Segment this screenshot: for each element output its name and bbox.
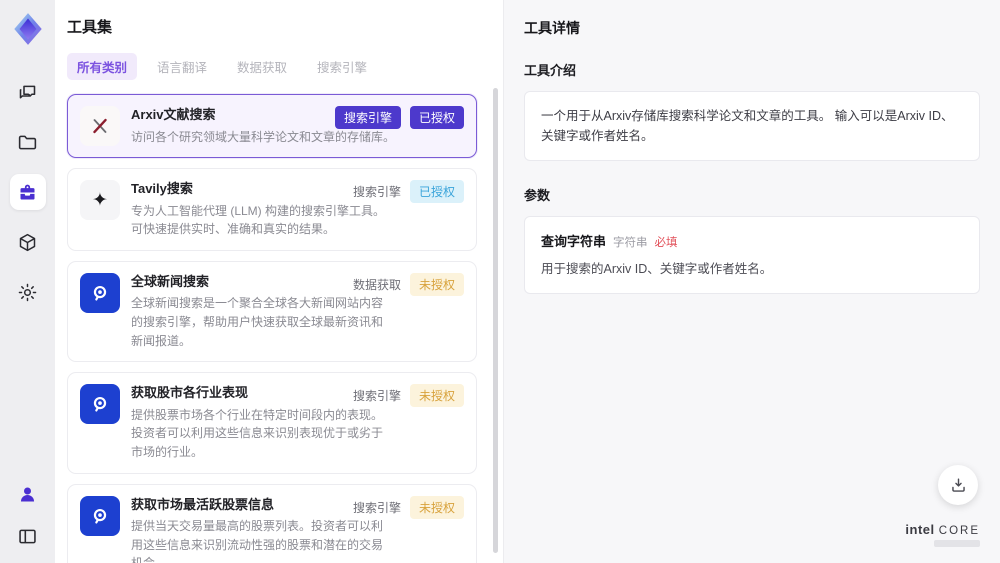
tab-search-engine[interactable]: 搜索引擎 <box>307 53 377 80</box>
user-icon <box>20 487 35 501</box>
category-label: 数据获取 <box>352 277 401 292</box>
param-type: 字符串 <box>613 237 648 249</box>
intro-heading: 工具介绍 <box>524 63 577 78</box>
tool-description: 提供股票市场各个行业在特定时间段内的表现。投资者可以利用这些信息来识别表现优于或… <box>131 407 384 459</box>
category-badge: 搜索引擎 <box>334 106 401 129</box>
sidebar-item-packages[interactable] <box>10 224 46 260</box>
download-button[interactable] <box>938 465 978 505</box>
tool-list-panel: 工具集 所有类别 语言翻译 数据获取 搜索引擎 Arxiv文献搜索 访问各个研究… <box>55 0 503 563</box>
intel-core-label: intel CORE <box>905 522 980 537</box>
params-heading: 参数 <box>524 188 551 203</box>
category-label: 搜索引擎 <box>352 185 401 200</box>
app-logo-icon <box>13 13 42 45</box>
param-required-badge: 必填 <box>654 237 678 249</box>
auth-badge: 未授权 <box>409 384 464 408</box>
tool-card-arxiv[interactable]: Arxiv文献搜索 访问各个研究领域大量科学论文和文章的存储库。 搜索引擎 已授… <box>67 94 477 159</box>
tool-card-tavily[interactable]: ✦ Tavily搜索 专为人工智能代理 (LLM) 构建的搜索引擎工具。可快速提… <box>67 168 477 251</box>
param-description: 用于搜索的Arxiv ID、关键字或作者姓名。 <box>541 262 773 276</box>
tab-all-categories[interactable]: 所有类别 <box>67 53 138 80</box>
intro-text: 一个用于从Arxiv存储库搜索科学论文和文章的工具。 输入可以是Arxiv ID… <box>541 109 954 143</box>
tab-language-translation[interactable]: 语言翻译 <box>147 53 217 80</box>
tool-description: 全球新闻搜索是一个聚合全球各大新闻网站内容的搜索引擎，帮助用户快速获取全球最新资… <box>131 296 384 348</box>
auth-badge: 已授权 <box>409 106 464 129</box>
tool-description: 访问各个研究领域大量科学论文和文章的存储库。 <box>131 129 396 144</box>
download-icon <box>951 477 965 492</box>
card-badges: 搜索引擎 已授权 <box>352 180 464 204</box>
auth-badge: 未授权 <box>409 495 464 519</box>
auth-badge: 已授权 <box>409 180 464 204</box>
chat-icon <box>19 85 36 99</box>
auth-badge: 未授权 <box>409 272 464 296</box>
stock-search-logo-icon <box>80 384 120 425</box>
arxiv-logo-icon <box>80 106 120 146</box>
news-search-logo-icon <box>80 272 120 313</box>
toolbox-icon <box>20 184 35 199</box>
sidebar-item-collapse[interactable] <box>13 521 43 551</box>
param-box: 查询字符串 字符串 必填 用于搜索的Arxiv ID、关键字或作者姓名。 <box>524 216 980 294</box>
card-badges: 搜索引擎 已授权 <box>334 106 464 129</box>
category-label: 搜索引擎 <box>352 500 401 515</box>
sidebar-item-files[interactable] <box>10 124 46 160</box>
tool-card-global-news[interactable]: 全球新闻搜索 全球新闻搜索是一个聚合全球各大新闻网站内容的搜索引擎，帮助用户快速… <box>67 260 477 363</box>
intel-text: intel <box>905 522 935 537</box>
app-window: 工具集 所有类别 语言翻译 数据获取 搜索引擎 Arxiv文献搜索 访问各个研究… <box>0 0 1000 563</box>
param-name: 查询字符串 <box>541 234 607 249</box>
sidebar-nav <box>9 74 46 310</box>
card-badges: 搜索引擎 未授权 <box>352 384 464 408</box>
tool-card-most-active-stocks[interactable]: 获取市场最活跃股票信息 提供当天交易量最高的股票列表。投资者可以利用这些信息来识… <box>67 483 477 563</box>
category-label: 搜索引擎 <box>352 389 401 404</box>
stock-search-logo-icon <box>80 495 120 536</box>
sidebar-item-chat[interactable] <box>10 74 46 110</box>
tavily-logo-icon: ✦ <box>80 180 120 221</box>
tab-data-fetch[interactable]: 数据获取 <box>227 53 297 80</box>
sidebar-item-account[interactable] <box>13 479 43 509</box>
sidebar-bottom <box>13 479 43 551</box>
intro-box: 一个用于从Arxiv存储库搜索科学论文和文章的工具。 输入可以是Arxiv ID… <box>524 91 980 161</box>
category-tabs: 所有类别 语言翻译 数据获取 搜索引擎 <box>67 53 487 80</box>
details-title: 工具详情 <box>524 20 580 36</box>
tool-cards: Arxiv文献搜索 访问各个研究领域大量科学论文和文章的存储库。 搜索引擎 已授… <box>67 94 487 563</box>
tool-card-sector-performance[interactable]: 获取股市各行业表现 提供股票市场各个行业在特定时间段内的表现。投资者可以利用这些… <box>67 372 477 474</box>
sidebar-item-tools[interactable] <box>9 174 46 210</box>
param-header: 查询字符串 字符串 必填 <box>541 231 963 250</box>
intel-core-badge: intel CORE <box>905 522 980 547</box>
card-badges: 搜索引擎 未授权 <box>352 495 464 519</box>
brand-shimmer-decoration <box>934 540 980 547</box>
tool-details-panel: 工具详情 工具介绍 一个用于从Arxiv存储库搜索科学论文和文章的工具。 输入可… <box>503 0 1000 563</box>
tool-description: 专为人工智能代理 (LLM) 构建的搜索引擎工具。可快速提供实时、准确和真实的结… <box>131 203 386 237</box>
card-badges: 数据获取 未授权 <box>352 272 464 296</box>
sidebar-item-settings[interactable] <box>10 274 46 310</box>
settings-icon <box>18 283 37 301</box>
page-title: 工具集 <box>67 19 113 36</box>
panel-layout-icon <box>19 529 36 543</box>
sidebar <box>0 0 55 563</box>
tool-description: 提供当天交易量最高的股票列表。投资者可以利用这些信息来识别流动性强的股票和潜在的… <box>131 519 384 563</box>
package-icon <box>19 233 36 251</box>
list-scrollbar[interactable] <box>493 88 498 553</box>
core-text: CORE <box>938 525 980 537</box>
folder-icon <box>18 135 37 149</box>
